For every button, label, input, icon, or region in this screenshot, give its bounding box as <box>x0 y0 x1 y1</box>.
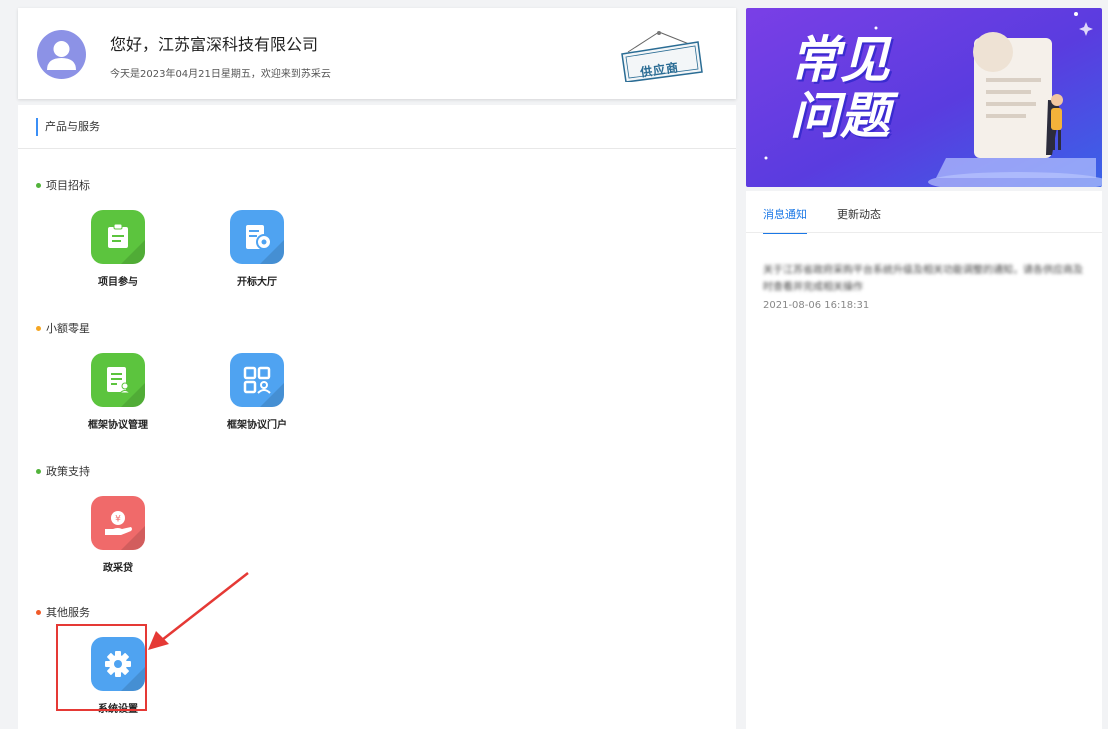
category-label: 项目招标 <box>46 179 90 192</box>
services-title: 产品与服务 <box>36 118 100 136</box>
service-label: 项目参与 <box>98 277 138 288</box>
service-bid-opening-hall[interactable]: 开标大厅 <box>207 210 307 290</box>
left-column: 您好，江苏富深科技有限公司 今天是2023年04月21日星期五，欢迎来到苏采云 … <box>18 8 736 729</box>
service-label: 框架协议门户 <box>227 420 287 431</box>
category-dot <box>36 609 41 615</box>
clipboard-icon <box>91 210 145 264</box>
loan-hand-icon: ¥ <box>91 496 145 550</box>
welcome-card: 您好，江苏富深科技有限公司 今天是2023年04月21日星期五，欢迎来到苏采云 … <box>18 8 736 99</box>
date-line: 今天是2023年04月21日星期五，欢迎来到苏采云 <box>110 69 331 80</box>
tab-notifications[interactable]: 消息通知 <box>763 206 807 234</box>
category-label: 小额零星 <box>46 322 90 335</box>
faq-banner-title: 常见 问题 <box>790 31 890 145</box>
category-small-purchase: 小额零星 <box>36 320 90 336</box>
annotation-arrow-icon <box>148 572 249 650</box>
service-label: 开标大厅 <box>237 277 277 288</box>
service-project-participation[interactable]: 项目参与 <box>68 210 168 290</box>
right-column: 常见 问题 消息通知 更新动态 关于江苏省政府采购平台系统升级及相关功能调整的通… <box>746 8 1102 729</box>
category-dot <box>36 182 41 188</box>
portal-grid-icon <box>230 353 284 407</box>
category-other-services: 其他服务 <box>36 604 90 620</box>
category-label: 其他服务 <box>46 606 90 619</box>
news-item-title[interactable]: 关于江苏省政府采购平台系统升级及相关功能调整的通知，请各供应商及时查看并完成相关… <box>763 262 1087 296</box>
avatar-icon[interactable] <box>37 30 86 79</box>
service-government-procurement-loan[interactable]: ¥ 政采贷 <box>68 496 168 576</box>
divider <box>746 232 1102 233</box>
faq-banner[interactable]: 常见 问题 <box>746 8 1102 187</box>
service-framework-agreement-portal[interactable]: 框架协议门户 <box>207 353 307 433</box>
service-label: 框架协议管理 <box>88 420 148 431</box>
greeting-text: 您好，江苏富深科技有限公司 <box>110 35 319 54</box>
highlight-box <box>56 624 147 711</box>
certificate-icon <box>230 210 284 264</box>
supplier-sign-badge: 供应商 <box>614 30 704 83</box>
news-card: 消息通知 更新动态 关于江苏省政府采购平台系统升级及相关功能调整的通知，请各供应… <box>746 191 1102 729</box>
category-project-bidding: 项目招标 <box>36 177 90 193</box>
divider <box>18 148 736 149</box>
category-dot <box>36 325 41 331</box>
tab-update-news[interactable]: 更新动态 <box>837 206 881 222</box>
category-policy-support: 政策支持 <box>36 463 90 479</box>
service-framework-agreement-management[interactable]: 框架协议管理 <box>68 353 168 433</box>
category-label: 政策支持 <box>46 465 90 478</box>
document-user-icon <box>91 353 145 407</box>
news-item-time: 2021-08-06 16:18:31 <box>763 300 870 311</box>
svg-text:¥: ¥ <box>115 515 121 525</box>
category-dot <box>36 468 41 474</box>
